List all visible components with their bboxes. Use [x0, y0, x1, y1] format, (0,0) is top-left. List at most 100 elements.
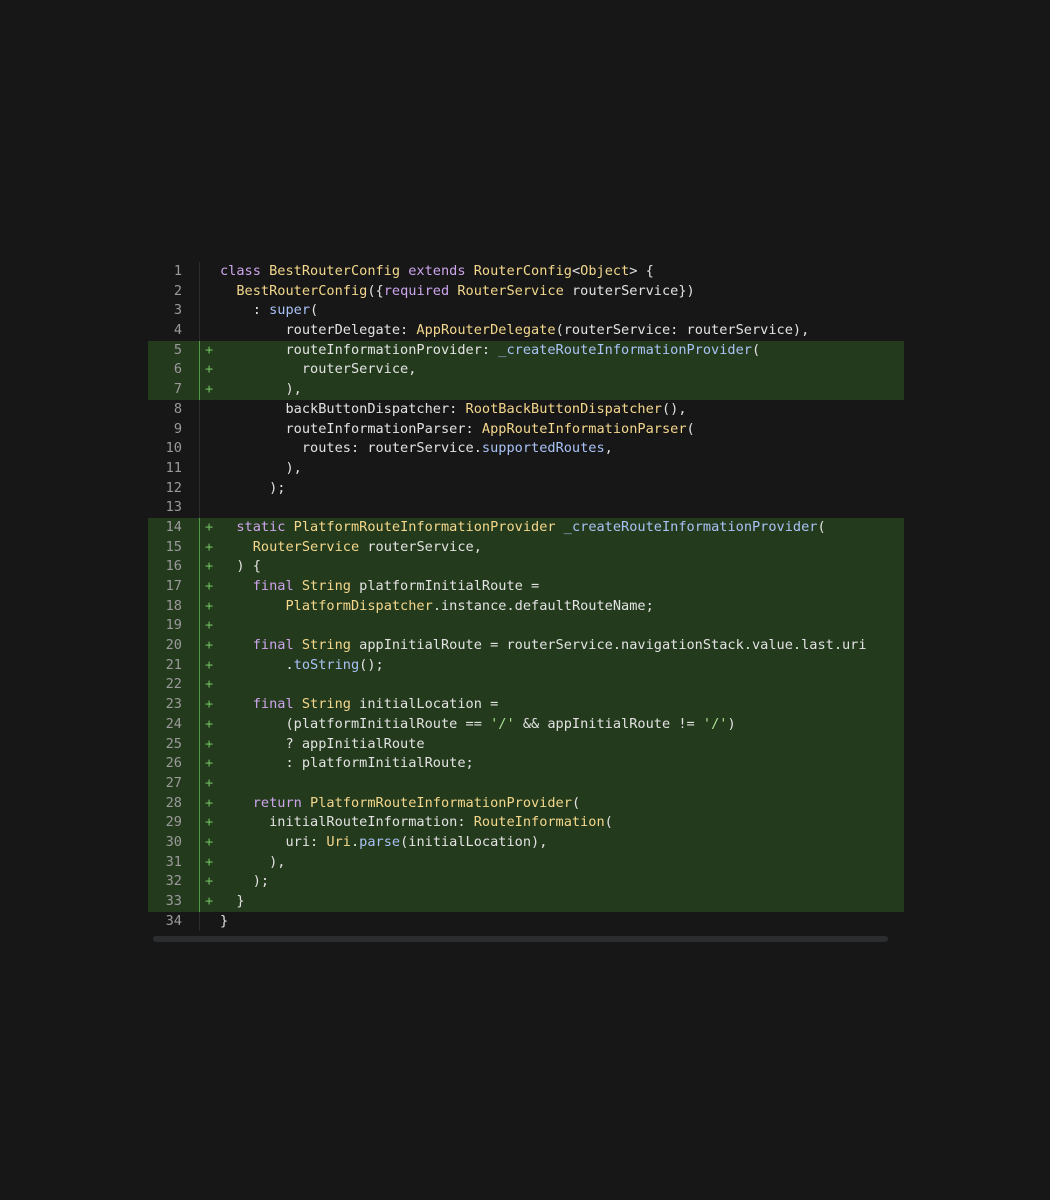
- diff-plus-marker: +: [205, 853, 214, 870]
- code-text: : platformInitialRoute;: [220, 754, 473, 774]
- code-token: ,: [604, 440, 613, 457]
- code-token: RouterService: [252, 538, 360, 555]
- gutter-separator: [199, 596, 200, 617]
- code-token: <: [571, 263, 581, 279]
- code-token: PlatformDispatcher: [285, 597, 433, 614]
- gutter-separator: [199, 321, 200, 341]
- code-text: ),: [220, 853, 285, 873]
- diff-plus-marker: +: [205, 381, 214, 398]
- code-token: AppRouterDelegate: [416, 322, 556, 339]
- code-line: 4 routerDelegate: AppRouterDelegate(rout…: [148, 321, 904, 341]
- code-token: );: [220, 873, 270, 890]
- diff-plus-marker: +: [205, 833, 214, 850]
- code-text: }: [220, 892, 244, 912]
- line-number: 14: [165, 518, 182, 535]
- code-text: PlatformDispatcher.instance.defaultRoute…: [220, 597, 653, 617]
- code-line: 13: [148, 498, 904, 518]
- code-token: (platformInitialRoute ==: [220, 715, 491, 732]
- code-line: 1 class BestRouterConfig extends RouterCo…: [148, 262, 904, 282]
- line-number: 6: [173, 361, 182, 378]
- diff-plus-marker: +: [205, 873, 214, 890]
- gutter-separator: [199, 695, 200, 715]
- code-line: 3 : super(: [148, 301, 904, 322]
- code-token: (: [686, 420, 695, 437]
- code-token: routes: routerService.: [220, 440, 482, 457]
- code-token: ();: [359, 656, 384, 673]
- line-number: 17: [165, 578, 182, 594]
- line-number: 4: [173, 322, 182, 339]
- gutter-separator: [199, 714, 200, 735]
- gutter-separator: [199, 577, 200, 597]
- gutter-separator: [199, 793, 200, 814]
- gutter-separator: [199, 636, 200, 656]
- code-token: required: [383, 282, 458, 299]
- line-number: 11: [165, 459, 182, 476]
- line-number: 1: [173, 263, 182, 279]
- code-token: final: [220, 578, 302, 594]
- diff-plus-marker: +: [205, 794, 214, 811]
- code-line-added: 24 + (platformInitialRoute == '/' && appI…: [148, 714, 904, 735]
- diff-plus-marker: +: [205, 341, 214, 358]
- diff-plus-marker: +: [205, 715, 214, 732]
- code-text: class BestRouterConfig extends RouterCon…: [220, 262, 654, 282]
- gutter-separator: [199, 419, 200, 440]
- code-token: routerService,: [220, 361, 417, 378]
- code-line: 8 backButtonDispatcher: RootBackButtonDi…: [148, 399, 904, 420]
- code-token: supportedRoutes: [481, 440, 605, 457]
- horizontal-scrollbar[interactable]: [153, 936, 888, 942]
- code-line-added: 14 + static PlatformRouteInformationProvi…: [148, 517, 904, 538]
- code-token: (routerService: routerService),: [555, 322, 810, 339]
- line-number: 20: [165, 637, 182, 654]
- gutter-separator: [199, 517, 200, 538]
- code-token: ? appInitialRoute: [220, 735, 425, 752]
- line-number: 32: [165, 873, 182, 890]
- code-token: PlatformRouteInformationProvider: [293, 518, 556, 535]
- code-token: AppRouteInformationParser: [481, 420, 687, 437]
- code-text: ? appInitialRoute: [220, 735, 425, 755]
- line-number: 13: [165, 499, 182, 516]
- code-text: RouterService routerService,: [220, 538, 482, 558]
- gutter-separator: [199, 911, 200, 932]
- line-number: 22: [165, 676, 182, 693]
- diff-plus-marker: +: [205, 696, 214, 713]
- code-token: _createRouteInformationProvider: [563, 518, 818, 535]
- code-token: _createRouteInformationProvider: [498, 341, 752, 358]
- code-token: (: [571, 794, 581, 811]
- diff-plus-marker: +: [205, 597, 214, 614]
- code-token: ),: [220, 381, 302, 398]
- line-number: 10: [165, 440, 182, 457]
- code-token: .: [350, 833, 360, 850]
- code-token: :: [220, 302, 270, 319]
- code-text: (platformInitialRoute == '/' && appIniti…: [220, 715, 736, 735]
- code-token: routeInformationProvider:: [220, 341, 499, 358]
- gutter-separator: [199, 675, 200, 696]
- code-line-added: 33 + }: [148, 892, 904, 912]
- diff-plus-marker: +: [205, 755, 214, 772]
- code-token: ): [727, 715, 736, 732]
- gutter-separator: [199, 340, 200, 361]
- diff-plus-marker: +: [205, 735, 214, 752]
- code-token: RouterConfig: [473, 263, 572, 279]
- gutter-separator: [199, 360, 200, 381]
- gutter-separator: [199, 773, 200, 794]
- gutter-separator: [199, 399, 200, 420]
- code-line-added: 25 + ? appInitialRoute: [148, 734, 904, 755]
- code-token: Object: [580, 263, 630, 279]
- code-text: }: [220, 912, 228, 932]
- code-line-added: 26 + : platformInitialRoute;: [148, 754, 904, 774]
- gutter-separator: [199, 498, 200, 518]
- code-text: routes: routerService.supportedRoutes,: [220, 439, 613, 459]
- line-number: 33: [165, 893, 182, 909]
- code-text: return PlatformRouteInformationProvider(: [220, 794, 580, 814]
- code-token: (initialLocation),: [400, 833, 548, 850]
- gutter-separator: [199, 557, 200, 577]
- code-text: uri: Uri.parse(initialLocation),: [220, 833, 547, 853]
- code-token: appInitialRoute = routerService.navigati…: [350, 637, 867, 654]
- diff-plus-marker: +: [205, 774, 214, 791]
- code-token: '/': [702, 715, 728, 732]
- code-token: static: [220, 518, 294, 535]
- gutter-separator: [199, 439, 200, 459]
- gutter-separator: [199, 478, 200, 499]
- line-number: 18: [165, 597, 182, 614]
